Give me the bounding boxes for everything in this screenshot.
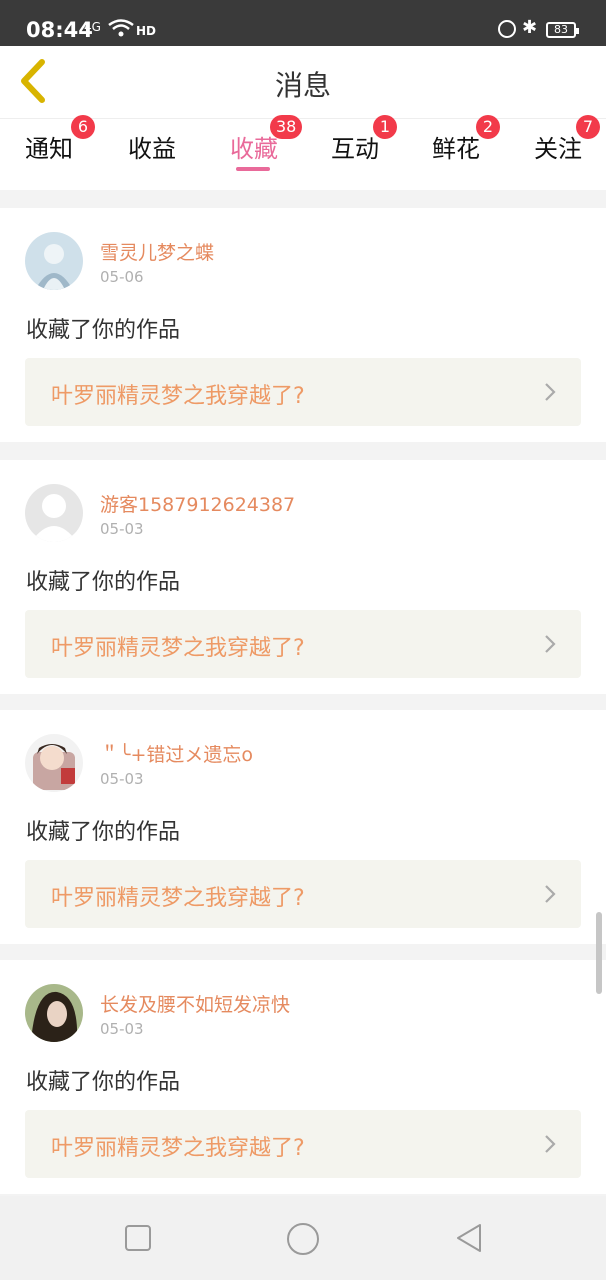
work-title: 叶罗丽精灵梦之我穿越了?: [51, 636, 305, 661]
avatar[interactable]: [25, 484, 83, 542]
hd-indicator: HD: [136, 24, 157, 38]
tab-follows[interactable]: 关注 7: [534, 115, 600, 164]
tab-label: 收藏: [230, 135, 278, 163]
action-text: 收藏了你的作品: [26, 820, 181, 845]
timestamp: 05-03: [100, 1020, 144, 1038]
system-nav-bar: [0, 1196, 606, 1280]
list-item[interactable]: 长发及腰不如短发凉快 05-03 收藏了你的作品 叶罗丽精灵梦之我穿越了?: [0, 960, 606, 1194]
work-title: 叶罗丽精灵梦之我穿越了?: [51, 886, 305, 911]
recent-apps-button[interactable]: [124, 1224, 152, 1252]
scrollbar[interactable]: [596, 912, 602, 994]
tab-label: 通知: [25, 135, 73, 163]
tab-label: 收益: [128, 135, 176, 163]
tab-interactions[interactable]: 互动 1: [331, 115, 397, 164]
timestamp: 05-03: [100, 520, 144, 538]
tab-notifications[interactable]: 通知 6: [25, 115, 95, 164]
signal-icon: 4G: [84, 20, 101, 34]
back-nav-button[interactable]: [454, 1222, 484, 1254]
page-title: 消息: [274, 69, 331, 102]
battery-icon: 83: [546, 22, 579, 38]
tab-earnings[interactable]: 收益: [128, 129, 176, 164]
clock: 08:44: [26, 18, 93, 42]
tab-bar: 通知 6 收益 收藏 38 互动 1 鲜花 2 关注 7: [0, 115, 606, 190]
username[interactable]: 游客1587912624387: [100, 490, 295, 517]
active-tab-indicator: [236, 167, 270, 171]
action-text: 收藏了你的作品: [26, 1070, 181, 1095]
work-title: 叶罗丽精灵梦之我穿越了?: [51, 384, 305, 409]
tab-label: 关注: [534, 135, 582, 163]
signal-label: 4G: [84, 20, 101, 34]
action-text: 收藏了你的作品: [26, 318, 181, 343]
battery-level: 83: [554, 23, 568, 36]
bluetooth-icon: ✱: [522, 17, 538, 38]
username[interactable]: 长发及腰不如短发凉快: [100, 990, 290, 1017]
count-badge: 1: [373, 115, 397, 139]
tab-flowers[interactable]: 鲜花 2: [432, 115, 500, 164]
app-header: 消息: [0, 46, 606, 118]
username[interactable]: ＂╰+错过メ遗忘o: [100, 740, 253, 767]
work-link[interactable]: 叶罗丽精灵梦之我穿越了?: [25, 358, 581, 426]
list-item[interactable]: 游客1587912624387 05-03 收藏了你的作品 叶罗丽精灵梦之我穿越…: [0, 460, 606, 694]
work-title: 叶罗丽精灵梦之我穿越了?: [51, 1136, 305, 1161]
count-badge: 6: [71, 115, 95, 139]
list-item[interactable]: 雪灵儿梦之蝶 05-06 收藏了你的作品 叶罗丽精灵梦之我穿越了?: [0, 208, 606, 442]
tab-label: 鲜花: [432, 135, 480, 163]
chevron-right-icon: [545, 885, 556, 903]
list-item[interactable]: ＂╰+错过メ遗忘o 05-03 收藏了你的作品 叶罗丽精灵梦之我穿越了?: [0, 710, 606, 944]
count-badge: 38: [270, 115, 303, 139]
chevron-right-icon: [545, 1135, 556, 1153]
avatar[interactable]: [25, 232, 83, 290]
timestamp: 05-03: [100, 770, 144, 788]
tab-label: 互动: [331, 135, 379, 163]
status-bar: 08:44 4G HD ✱ 83: [0, 0, 606, 46]
timestamp: 05-06: [100, 268, 144, 286]
avatar[interactable]: [25, 734, 83, 792]
tab-favorites[interactable]: 收藏 38: [230, 115, 303, 171]
work-link[interactable]: 叶罗丽精灵梦之我穿越了?: [25, 1110, 581, 1178]
chevron-right-icon: [545, 383, 556, 401]
username[interactable]: 雪灵儿梦之蝶: [100, 238, 214, 265]
rotation-lock-icon: [498, 20, 516, 38]
wifi-icon: [108, 19, 134, 37]
work-link[interactable]: 叶罗丽精灵梦之我穿越了?: [25, 860, 581, 928]
action-text: 收藏了你的作品: [26, 570, 181, 595]
work-link[interactable]: 叶罗丽精灵梦之我穿越了?: [25, 610, 581, 678]
avatar[interactable]: [25, 984, 83, 1042]
count-badge: 7: [576, 115, 600, 139]
count-badge: 2: [476, 115, 500, 139]
chevron-right-icon: [545, 635, 556, 653]
home-button[interactable]: [286, 1222, 320, 1256]
